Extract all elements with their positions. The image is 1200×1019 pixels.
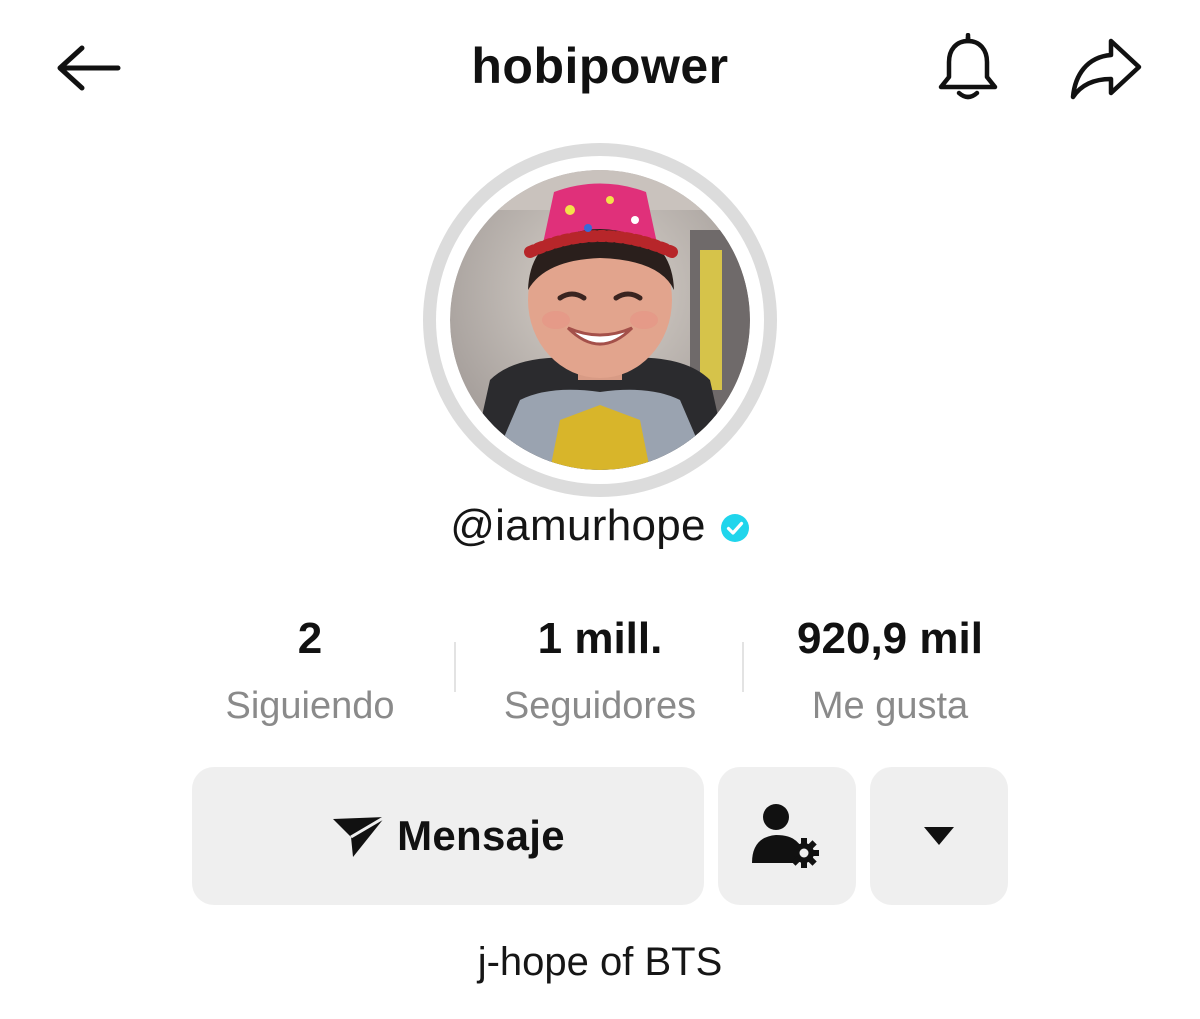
caret-down-icon xyxy=(924,827,954,845)
avatar[interactable] xyxy=(450,170,750,470)
username-handle: @iamurhope xyxy=(450,501,706,550)
bell-icon xyxy=(938,33,998,100)
profile-stats: 2 Siguiendo 1 mill. Seguidores 920,9 mil… xyxy=(160,608,1040,738)
profile-header: hobipower xyxy=(0,0,1200,130)
stat-label: Siguiendo xyxy=(225,685,395,727)
stat-value: 1 mill. xyxy=(537,614,663,663)
stat-label: Me gusta xyxy=(811,685,969,727)
stat-likes[interactable]: 920,9 mil Me gusta xyxy=(760,608,1020,736)
handle-row: @iamurhope xyxy=(0,498,1200,554)
stat-value: 920,9 mil xyxy=(797,614,983,663)
stat-divider xyxy=(454,642,456,692)
profile-actions: Mensaje xyxy=(192,767,1008,905)
profile-bio: j-hope of BTS xyxy=(477,940,723,984)
stat-value: 2 xyxy=(297,614,323,663)
stat-label: Seguidores xyxy=(503,685,697,727)
stat-following[interactable]: 2 Siguiendo xyxy=(200,608,420,736)
verified-badge-icon xyxy=(720,514,749,542)
page-title: hobipower xyxy=(471,38,729,94)
avatar-ring[interactable] xyxy=(423,143,777,497)
message-button[interactable]: Mensaje xyxy=(192,767,704,905)
more-options-button[interactable] xyxy=(870,767,1008,905)
message-button-label: Mensaje xyxy=(397,812,565,859)
follow-settings-button[interactable] xyxy=(718,767,856,905)
avatar-ring-gap xyxy=(436,156,764,484)
user-settings-icon xyxy=(752,804,819,868)
send-plane-icon xyxy=(333,815,386,857)
stat-divider xyxy=(742,642,744,692)
share-button[interactable] xyxy=(1060,30,1150,106)
share-arrow-icon xyxy=(1070,38,1142,100)
notifications-button[interactable] xyxy=(928,30,1008,106)
stat-followers[interactable]: 1 mill. Seguidores xyxy=(480,608,720,736)
